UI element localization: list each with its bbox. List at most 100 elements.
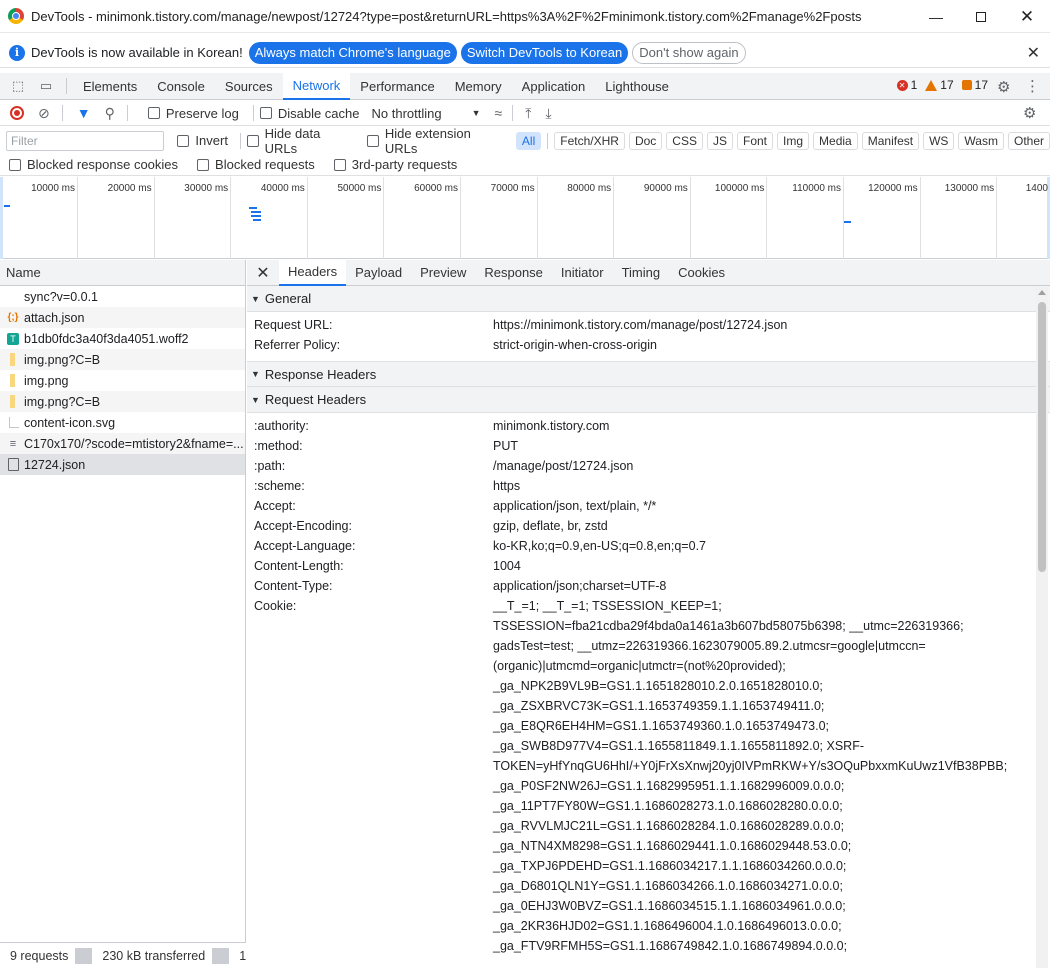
cookie-value-line: gadsTest=test; __utmz=226319366.16230790… [493,639,926,653]
detail-scrollbar[interactable] [1036,287,1048,968]
tab-performance[interactable]: Performance [350,73,444,100]
overview-left-handle[interactable] [0,177,3,259]
settings-gear-icon[interactable]: ⚙ [997,78,1010,96]
request-row[interactable]: img.png?C=B [0,349,245,370]
tab-lighthouse[interactable]: Lighthouse [595,73,679,100]
type-filter-ws[interactable]: WS [923,131,955,150]
response-headers-section-header[interactable]: ▼ Response Headers [247,361,1050,387]
type-filter-all[interactable]: All [515,131,542,150]
issue-counters[interactable]: ✕ 1 17 17 [896,78,988,92]
expand-triangle-icon: ▼ [251,369,260,379]
cookie-value-line: _ga_ZSXBRVC73K=GS1.1.1653749359.1.1.1653… [493,699,825,713]
checkbox-box[interactable] [197,158,210,171]
checkbox-box[interactable] [333,158,346,171]
type-filter-img[interactable]: Img [777,131,810,150]
tab-memory[interactable]: Memory [445,73,512,100]
request-row[interactable]: {;} attach.json [0,307,245,328]
type-filter-css[interactable]: CSS [666,131,703,150]
type-filter-fetch-xhr[interactable]: Fetch/XHR [554,131,625,150]
tab-payload[interactable]: Payload [346,260,411,286]
request-row[interactable]: ≡ C170x170/?scode=mtistory2&fname=... [0,433,245,454]
tab-network[interactable]: Network [282,72,351,100]
request-row[interactable]: 12724.json [0,454,245,475]
hide-data-urls-checkbox[interactable]: Hide data URLs [246,126,354,156]
disable-cache-checkbox[interactable]: Disable cache [259,106,360,121]
third-party-requests-checkbox[interactable]: 3rd-party requests [333,157,457,172]
throttling-value: No throttling [371,105,442,121]
request-row[interactable]: img.png [0,370,245,391]
import-har-icon[interactable]: ⤒ [525,105,531,122]
inspect-element-icon[interactable]: ⬚ [10,78,26,94]
hide-extension-urls-checkbox[interactable]: Hide extension URLs [367,126,504,156]
checkbox-box[interactable] [367,134,379,147]
network-overview-timeline[interactable]: 10000 ms 20000 ms 30000 ms 40000 ms 50000 ms… [0,177,1050,259]
cookie-value-line: __T_=1; __T_=1; TSSESSION_KEEP=1; [493,599,722,613]
issues-counter[interactable]: 17 [961,78,988,92]
tab-timing[interactable]: Timing [613,260,670,286]
dont-show-again-button[interactable]: Don't show again [632,41,746,64]
tab-initiator[interactable]: Initiator [552,260,613,286]
request-row[interactable]: content-icon.svg [0,412,245,433]
request-row[interactable]: img.png?C=B [0,391,245,412]
filter-icon[interactable]: ▼ [77,105,91,121]
blocked-requests-checkbox[interactable]: Blocked requests [197,157,315,172]
request-row[interactable]: Tb1db0fdc3a40f3da4051.woff2 [0,328,245,349]
blank-request-icon [6,290,20,304]
switch-to-korean-button[interactable]: Switch DevTools to Korean [460,41,629,64]
checkbox-box[interactable] [147,107,160,119]
close-detail-icon[interactable]: ✕ [247,263,279,283]
header-key [247,776,493,796]
window-close-icon[interactable]: ✕ [1004,0,1050,33]
scroll-up-icon[interactable] [1038,290,1046,295]
request-headers-section-header[interactable]: ▼ Request Headers [247,387,1050,413]
type-filter-doc[interactable]: Doc [628,131,663,150]
minimize-icon[interactable]: — [913,0,959,33]
device-toolbar-icon[interactable]: ▭ [38,78,54,94]
overview-gridline [306,177,308,259]
clear-icon[interactable]: ⊘ [38,105,50,122]
maximize-icon[interactable] [958,0,1004,33]
checkbox-box[interactable] [246,134,259,147]
tab-sources[interactable]: Sources [215,73,283,100]
more-options-icon[interactable]: ⋮ [1025,77,1040,95]
type-filter-other[interactable]: Other [1007,131,1050,150]
general-section-header[interactable]: ▼ General [247,286,1050,312]
network-conditions-icon[interactable]: ≈ [495,105,503,121]
tab-headers[interactable]: Headers [279,259,347,286]
network-settings-gear-icon[interactable]: ⚙ [1023,104,1036,122]
scrollbar-thumb[interactable] [1038,302,1046,572]
divider [212,947,230,964]
request-row[interactable]: sync?v=0.0.1 [0,286,245,307]
filter-input[interactable]: Filter [6,130,165,151]
tab-console[interactable]: Console [147,73,215,100]
devtools-main-tabs: ⬚ ▭ Elements Console Sources Network Per… [0,72,1050,100]
tab-response[interactable]: Response [475,260,552,286]
tab-application[interactable]: Application [512,73,596,100]
header-key: Referrer Policy: [254,338,341,352]
type-filter-manifest[interactable]: Manifest [861,131,920,150]
record-stop-icon[interactable] [10,106,24,120]
export-har-icon[interactable]: ⤓ [545,105,551,122]
search-icon[interactable]: ⚲ [105,105,115,122]
checkbox-box[interactable] [9,158,21,171]
invert-checkbox[interactable]: Invert [177,133,228,148]
overview-gridline [843,177,844,259]
blocked-response-cookies-checkbox[interactable]: Blocked response cookies [9,157,178,172]
checkbox-box[interactable] [177,134,190,147]
name-column-header[interactable]: Name [0,260,245,286]
warning-counter[interactable]: 17 [925,78,954,92]
image-file-icon [10,374,15,387]
type-filter-media[interactable]: Media [813,131,858,150]
checkbox-box[interactable] [259,107,272,119]
tab-preview[interactable]: Preview [411,260,475,286]
preserve-log-checkbox[interactable]: Preserve log [147,106,239,121]
tab-elements[interactable]: Elements [73,73,147,100]
type-filter-js[interactable]: JS [706,131,733,150]
tab-cookies[interactable]: Cookies [669,260,734,286]
infobar-close-icon[interactable]: ✕ [1027,43,1040,63]
error-counter[interactable]: ✕ 1 [896,78,917,92]
always-match-language-button[interactable]: Always match Chrome's language [248,41,457,64]
type-filter-wasm[interactable]: Wasm [958,131,1004,150]
type-filter-font[interactable]: Font [737,131,774,150]
throttling-select[interactable]: No throttling ▼ [372,106,481,121]
